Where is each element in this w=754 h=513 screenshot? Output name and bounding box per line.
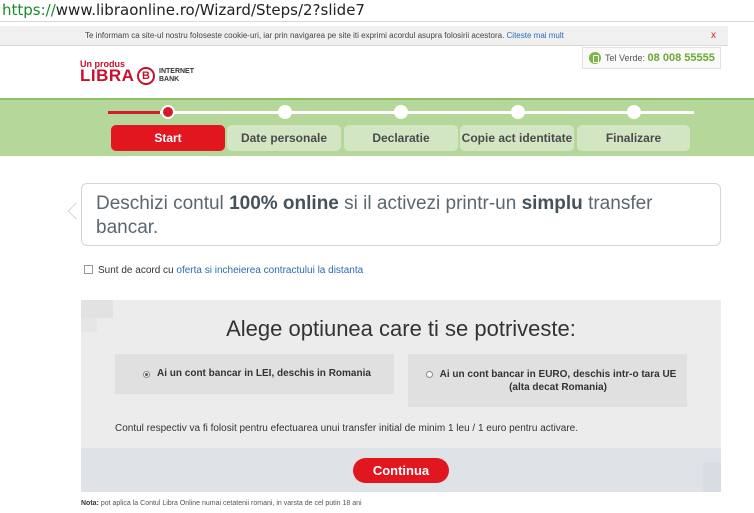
activation-info: Contul respectiv va fi folosit pentru ef… [115,423,579,434]
option-euro-account[interactable]: Ai un cont bancar in EURO, deschis intr-… [408,354,687,407]
option-lei-account[interactable]: Ai un cont bancar in LEI, deschis in Rom… [115,354,394,394]
cookie-read-more-link[interactable]: Citeste mai mult [507,31,564,40]
agreement-text: Sunt de acord cu [98,265,177,276]
option-lei-label: Ai un cont bancar in LEI, deschis in Rom… [157,368,371,379]
options-title: Alege optiunea care ti se potriveste: [226,316,576,341]
url-text: www.libraonline.ro/Wizard/Steps/2?slide7 [55,1,365,19]
phone-label: Tel Verde: [605,53,646,63]
footnote: Nota: pot aplica la Contul Libra Online … [81,500,362,507]
agreement-row: Sunt de acord cu oferta si incheierea co… [84,264,363,276]
step-dot-finalizare [627,105,641,119]
libra-logo[interactable]: Un produs LIBRA B INTERNET BANK [80,59,205,89]
agreement-link[interactable]: oferta si incheierea contractului la dis… [176,265,363,276]
cookie-bar: Te informam ca site-ul nostru foloseste … [0,26,728,46]
option-euro-radio[interactable] [426,371,433,378]
panel-decoration [703,462,721,492]
tab-copie-act-identitate[interactable]: Copie act identitate [460,125,574,151]
option-lei-radio[interactable] [143,371,150,378]
phone-number: 08 008 55555 [647,52,715,64]
url-protocol: https:// [2,1,56,19]
cookie-message: Te informam ca site-ul nostru foloseste … [85,31,564,40]
tab-date-personale[interactable]: Date personale [227,125,341,151]
agreement-checkbox[interactable] [84,264,93,274]
step-dot-declaratie [394,105,408,119]
site-header: Un produs LIBRA B INTERNET BANK Tel Verde… [0,46,754,98]
tab-start[interactable]: Start [111,125,225,151]
cookie-close-button[interactable]: x [711,26,716,46]
tab-finalizare[interactable]: Finalizare [577,125,690,151]
phone-contact[interactable]: Tel Verde: 08 008 55555 [582,47,721,69]
step-dot-copie-act [511,105,525,119]
address-bar[interactable]: https://www.libraonline.ro/Wizard/Steps/… [0,0,754,22]
option-euro-label: Ai un cont bancar in EURO, deschis intr-… [439,369,677,393]
intro-message: Deschizi contul 100% online si il active… [81,183,721,246]
progress-track-active [108,111,160,114]
logo-internet-bank: INTERNET BANK [159,68,194,83]
logo-badge: B [137,67,155,85]
phone-icon [589,51,601,64]
logo-wordmark: LIBRA [80,66,135,85]
continue-button[interactable]: Continua [353,458,449,483]
options-panel: Alege optiunea care ti se potriveste: Ai… [81,300,721,492]
wizard-steps: Start Date personale Declaratie Copie ac… [0,98,754,156]
tab-declaratie[interactable]: Declaratie [344,125,458,151]
step-dot-date-personale [278,105,292,119]
step-dot-start [161,105,175,119]
